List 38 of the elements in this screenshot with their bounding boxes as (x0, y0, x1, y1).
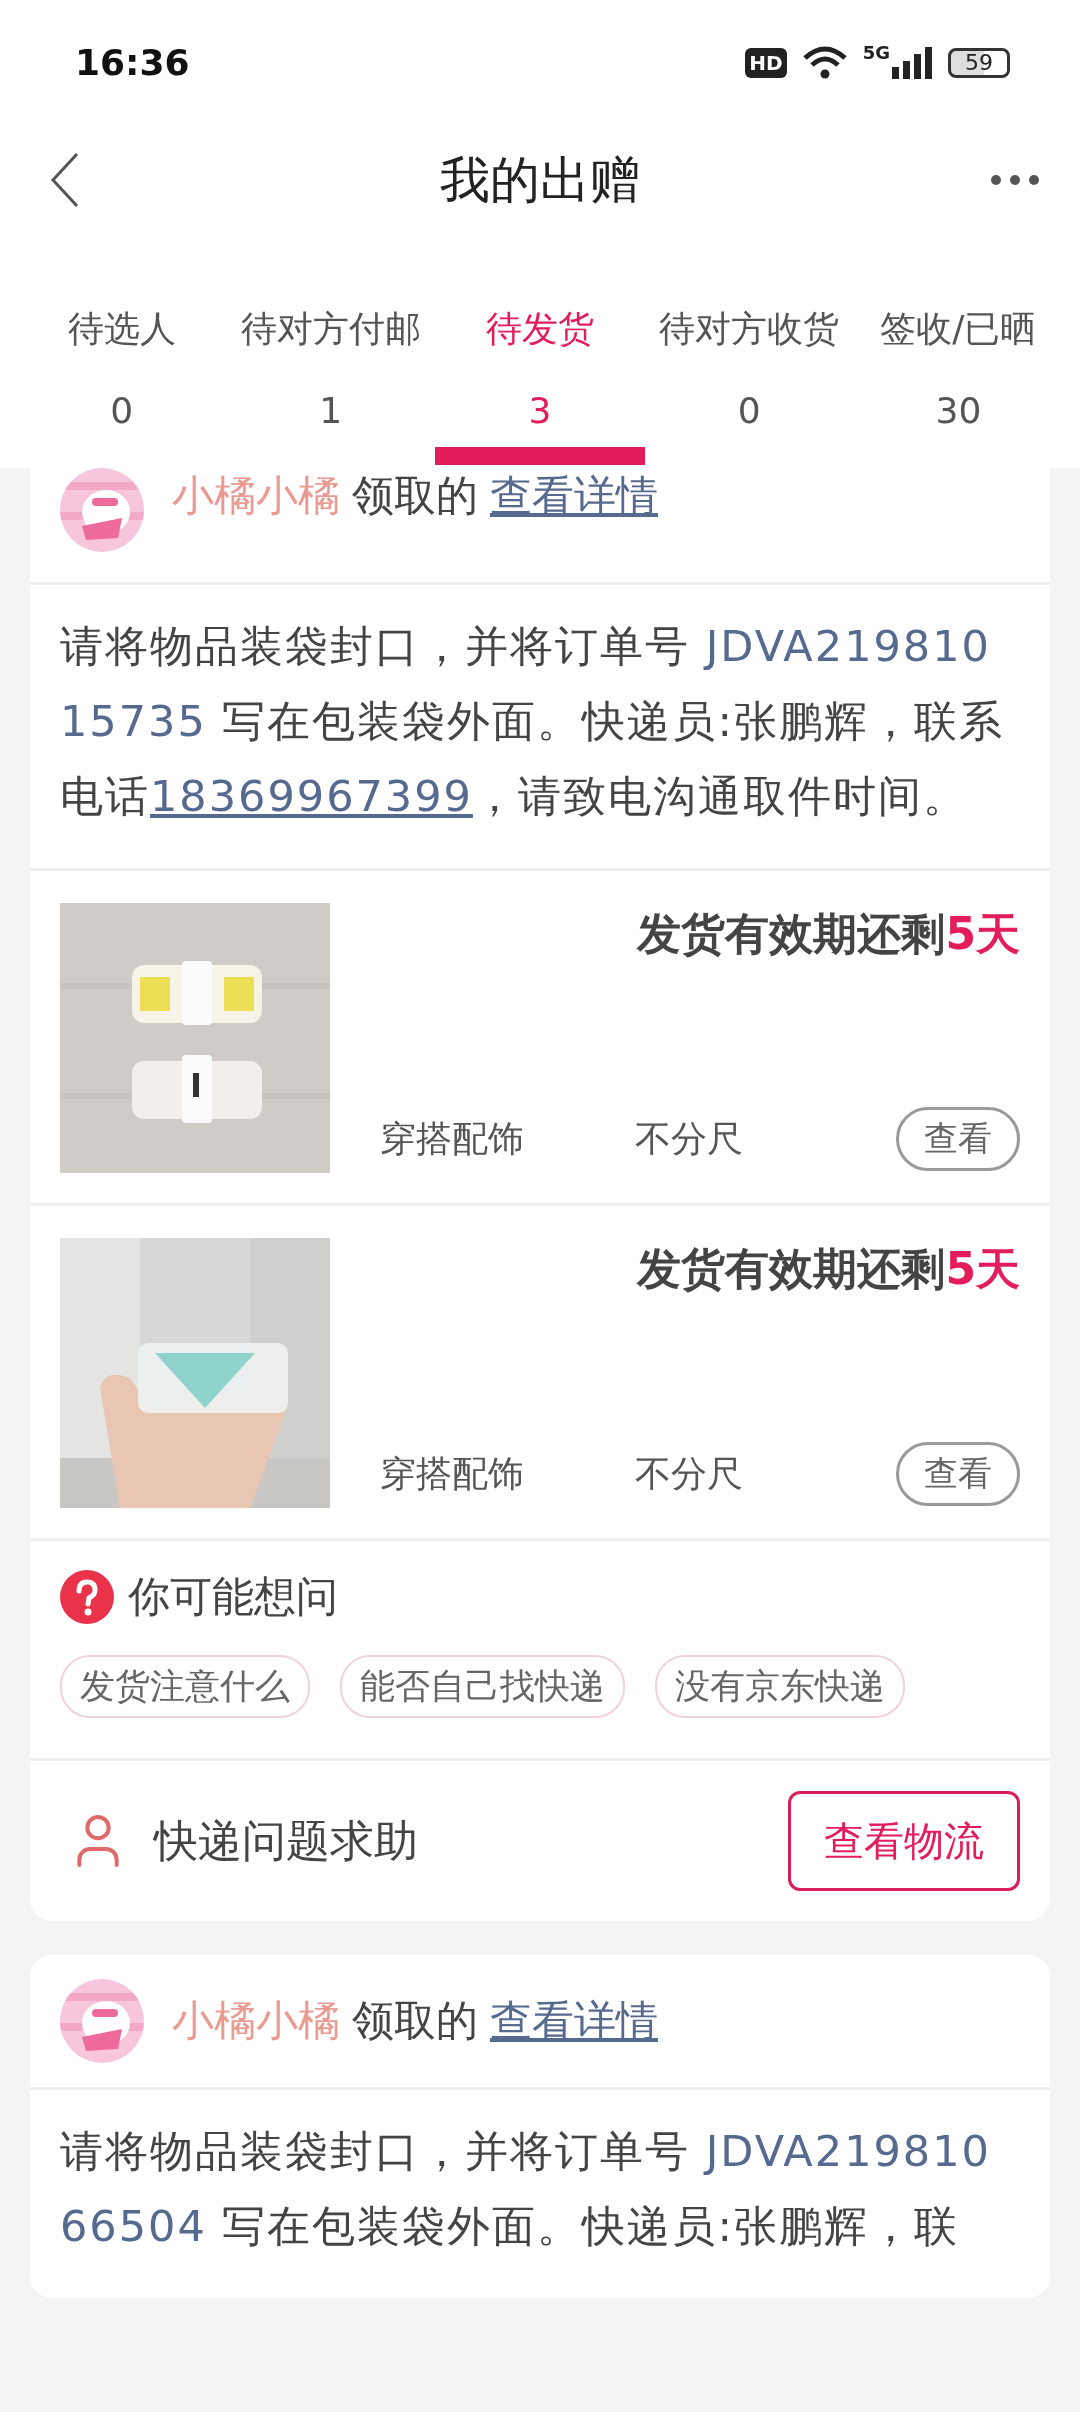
more-icon (990, 174, 1040, 186)
faq-title: 你可能想问 (128, 1571, 338, 1623)
instruction-text: 请将物品装袋封口，并将订单号 JDVA21981066504 写在包装袋外面。快递员:张鹏辉，联 (59, 2125, 992, 2253)
instruction-text: 请将物品装袋封口，并将订单号 JDVA21981015735 写在包装袋外面。快递员:张鹏辉，联系电话18369967399，请致电沟通取件时间。 (59, 620, 1005, 823)
item-size: 不分尺 (635, 1451, 744, 1496)
question-chip[interactable]: 发货注意什么 (60, 1655, 310, 1718)
status-tab[interactable]: 待对方付邮 1 (226, 235, 436, 468)
receiver-name: 小橘小橘 (172, 470, 340, 522)
status-tab[interactable]: 签收/已晒 30 (853, 235, 1063, 468)
claimed-label: 领取的 (352, 1995, 478, 2047)
clock: 16:36 (75, 42, 190, 83)
view-button[interactable]: 查看 (896, 1107, 1020, 1171)
network-label: 5G (862, 41, 890, 63)
ship-deadline: 发货有效期还剩5天 (637, 1242, 1020, 1296)
question-chip[interactable]: 能否自己找快递 (340, 1655, 625, 1718)
help-label: 快递问题求助 (154, 1813, 418, 1868)
wifi-icon (802, 45, 847, 80)
details-link[interactable]: 查看详情 (490, 1993, 658, 2049)
item-size: 不分尺 (635, 1116, 744, 1161)
status-tab[interactable]: 待对方收货 0 (644, 235, 854, 468)
details-link[interactable]: 查看详情 (490, 468, 658, 524)
phone-link[interactable]: 18369967399 (150, 771, 473, 821)
hd-label: HD (745, 47, 787, 78)
battery-level: 59 (948, 47, 1010, 78)
ship-deadline: 发货有效期还剩5天 (637, 907, 1020, 961)
signal-icon (892, 46, 932, 79)
item-category: 穿搭配饰 (380, 1451, 525, 1496)
help-icon (60, 1570, 114, 1624)
logistics-button[interactable]: 查看物流 (788, 1791, 1020, 1891)
claimed-label: 领取的 (352, 470, 478, 522)
item-category: 穿搭配饰 (380, 1116, 525, 1161)
question-chip[interactable]: 没有京东快递 (655, 1655, 905, 1718)
view-button[interactable]: 查看 (896, 1442, 1020, 1506)
page-title: 我的出赠 (440, 149, 640, 211)
back-icon (50, 152, 80, 208)
status-tab[interactable]: 待发货 3 (435, 235, 645, 468)
receiver-name: 小橘小橘 (172, 1995, 340, 2047)
status-tab[interactable]: 待选人 0 (17, 235, 227, 468)
